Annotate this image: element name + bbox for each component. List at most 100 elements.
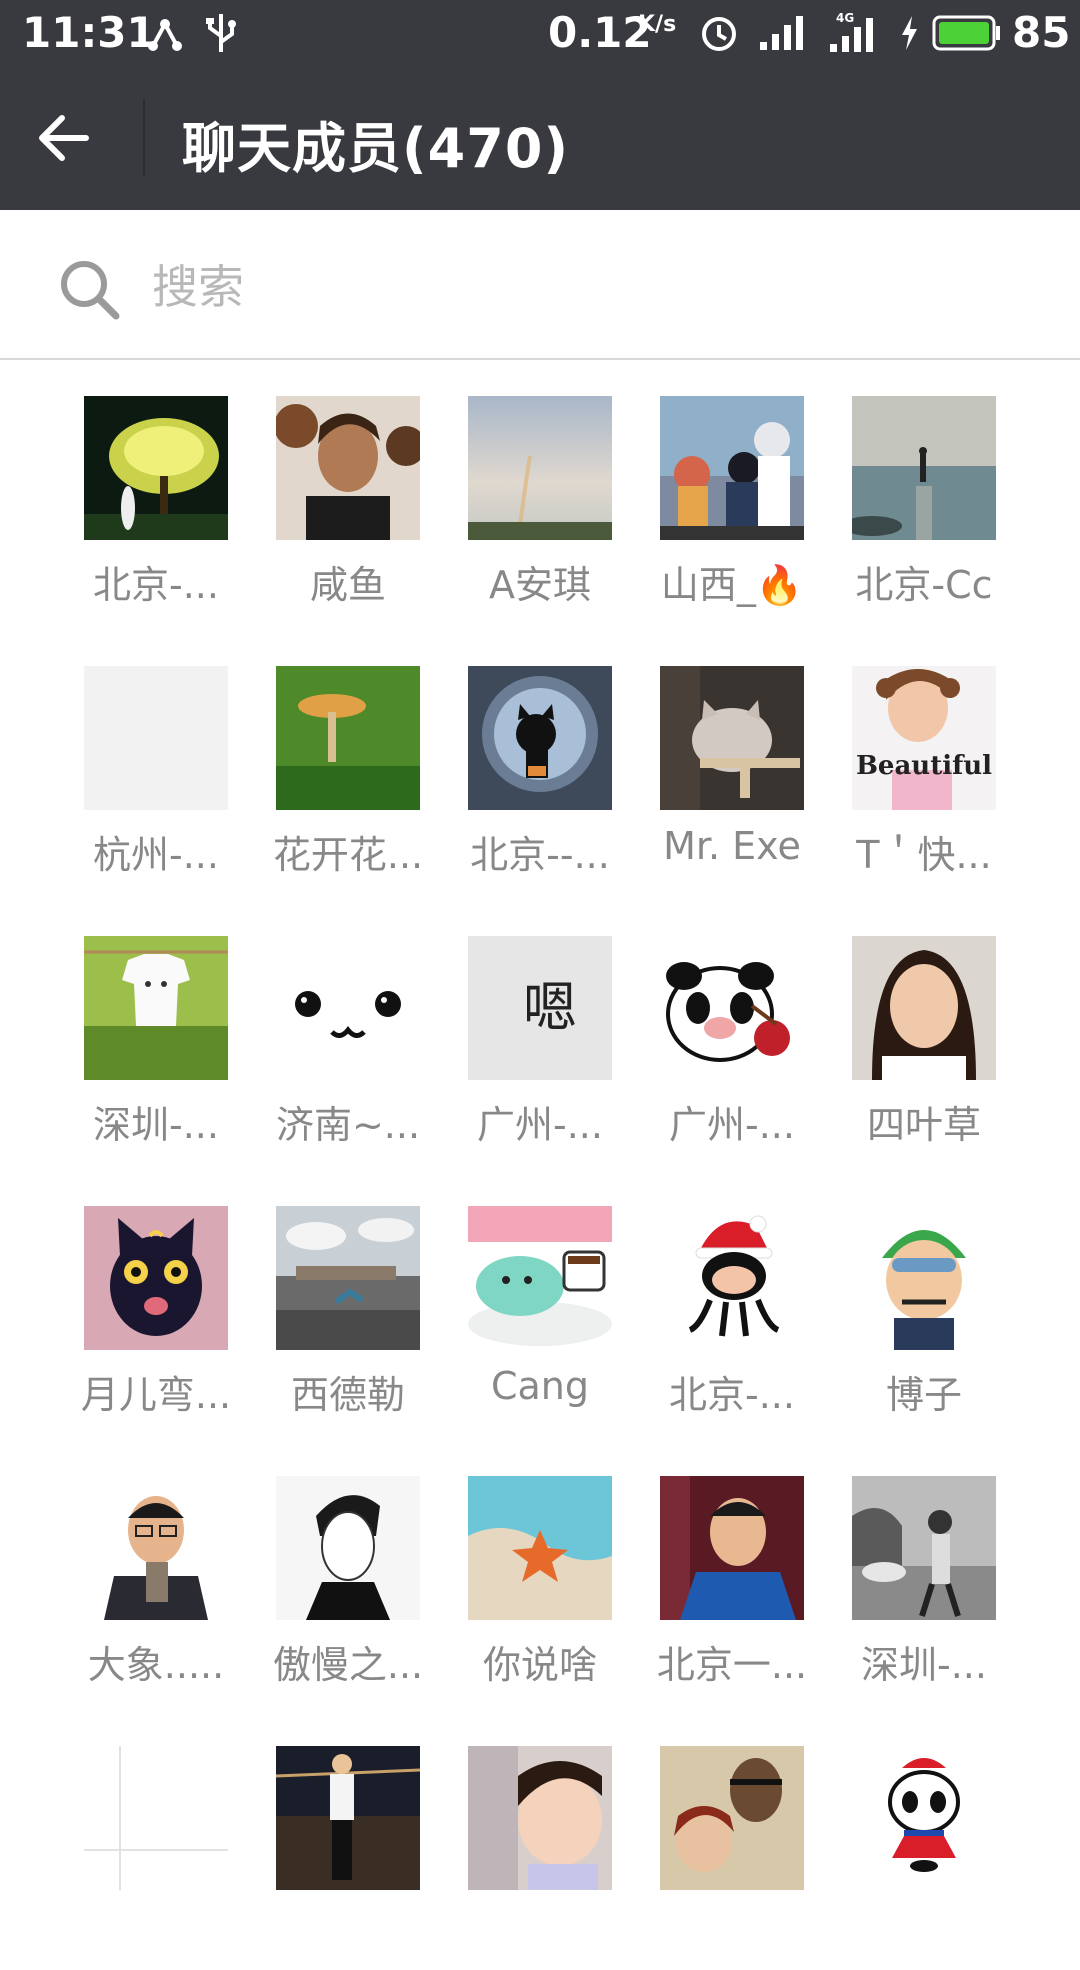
starfish-avatar <box>468 1476 612 1620</box>
member-name: 大象..... <box>87 1643 225 1687</box>
member-item[interactable]: 广州-... <box>636 900 816 1160</box>
night-tree-avatar <box>84 396 228 540</box>
cat-photo-avatar <box>660 666 804 810</box>
member-name: Mr. Exe <box>663 824 801 868</box>
member-item[interactable]: 你说啥 <box>444 1440 624 1700</box>
member-name: 杭州-... <box>93 833 219 877</box>
member-name: 北京-Cc <box>855 563 993 607</box>
member-name: 西德勒 <box>290 1373 405 1417</box>
bw-street-avatar <box>852 1476 996 1620</box>
member-item[interactable]: 深圳-... <box>828 1440 1008 1700</box>
couple-avatar <box>660 1746 804 1890</box>
member-item[interactable]: 北京-Cc <box>828 360 1008 620</box>
member-item[interactable]: 嗯 广州-... <box>444 900 624 1160</box>
rainbow-sky-avatar <box>468 396 612 540</box>
member-item[interactable]: 北京--... <box>444 630 624 890</box>
back-arrow-icon <box>39 115 89 161</box>
member-item[interactable]: 月儿弯... <box>60 1170 240 1430</box>
member-item[interactable]: 四叶草 <box>828 900 1008 1160</box>
member-item[interactable]: 山西_🔥 <box>636 360 816 620</box>
anime-scene-avatar <box>660 396 804 540</box>
young-man-avatar <box>660 1476 804 1620</box>
member-name: A安琪 <box>489 563 591 607</box>
anime-zoro-avatar <box>852 1206 996 1350</box>
girl-selfie-avatar <box>852 936 996 1080</box>
member-item[interactable]: A安琪 <box>444 360 624 620</box>
avatar-caption: 嗯 <box>523 976 577 1039</box>
cute-face-avatar <box>276 936 420 1080</box>
network-speed: 0.12 <box>548 8 652 57</box>
member-name: 傲慢之... <box>272 1643 424 1687</box>
battery-icon <box>932 14 1002 56</box>
member-item[interactable]: 大象..... <box>60 1440 240 1700</box>
member-name: 广州-... <box>669 1103 795 1147</box>
member-item[interactable]: 济南~... <box>252 900 432 1160</box>
member-name: Cang <box>490 1364 590 1408</box>
member-name: 北京-... <box>669 1373 795 1417</box>
panda-hero-avatar <box>852 1746 996 1890</box>
member-name: 深圳-... <box>93 1103 219 1147</box>
member-name: 北京一... <box>656 1643 808 1687</box>
alarm-icon <box>698 12 740 58</box>
title-divider <box>143 100 145 176</box>
member-name: 山西_🔥 <box>660 563 804 607</box>
palace-jump-avatar <box>276 1206 420 1350</box>
signal-4g-icon: 4G <box>828 10 880 58</box>
member-item[interactable] <box>828 1710 1008 1970</box>
back-button[interactable] <box>34 104 114 172</box>
mushroom-avatar <box>276 666 420 810</box>
member-name: 北京-... <box>93 563 219 607</box>
member-name: 深圳-... <box>861 1643 987 1687</box>
member-item[interactable]: Mr. Exe <box>636 630 816 890</box>
member-item[interactable]: 杭州-... <box>60 630 240 890</box>
tshirt-grass-avatar <box>84 936 228 1080</box>
member-name: 北京--... <box>470 833 610 877</box>
member-item[interactable]: 咸鱼 <box>252 360 432 620</box>
battery-level: 85 <box>1012 8 1071 57</box>
santa-octocat-avatar <box>660 1206 804 1350</box>
member-item[interactable] <box>636 1710 816 1970</box>
member-name: 花开花... <box>272 833 424 877</box>
member-item[interactable] <box>60 1710 240 1970</box>
black-cat-avatar <box>84 1206 228 1350</box>
member-item[interactable]: 北京-... <box>60 360 240 620</box>
glasses-man-avatar <box>84 1476 228 1620</box>
member-item[interactable]: 北京一... <box>636 1440 816 1700</box>
member-item[interactable]: Cang <box>444 1170 624 1430</box>
member-item[interactable]: 深圳-... <box>60 900 240 1160</box>
charging-icon <box>898 14 920 56</box>
panda-pig-avatar <box>660 936 804 1080</box>
sea-pier-avatar <box>852 396 996 540</box>
member-name: 咸鱼 <box>309 563 386 607</box>
search-icon <box>61 261 120 320</box>
member-item[interactable]: 博子 <box>828 1170 1008 1430</box>
search-input[interactable] <box>150 250 1014 324</box>
status-time: 11:31 <box>22 8 156 57</box>
sketch-man-avatar <box>276 1476 420 1620</box>
member-item[interactable]: Beautiful T＇快... <box>828 630 1008 890</box>
title-bar: 聊天成员(470) <box>0 66 1080 210</box>
usb-icon <box>204 12 238 58</box>
signal-icon <box>758 14 808 56</box>
member-item[interactable]: 花开花... <box>252 630 432 890</box>
page-title: 聊天成员(470) <box>182 117 570 180</box>
member-item[interactable]: 西德勒 <box>252 1170 432 1430</box>
member-item[interactable] <box>444 1710 624 1970</box>
avatar-caption: Beautiful <box>856 751 992 781</box>
member-item[interactable]: 北京-... <box>636 1170 816 1430</box>
member-name: 你说啥 <box>482 1643 597 1687</box>
member-name: 月儿弯... <box>80 1373 232 1417</box>
girl-beautiful-avatar: Beautiful <box>852 666 996 810</box>
network-speed-unit: K/s <box>638 12 677 37</box>
blank-avatar <box>84 666 228 810</box>
man-portrait-avatar <box>276 396 420 540</box>
member-name: T＇快... <box>856 833 992 877</box>
member-name: 博子 <box>885 1373 962 1417</box>
search-bar <box>0 210 1080 360</box>
cat-window-avatar <box>468 666 612 810</box>
svg-text:4G: 4G <box>836 11 854 25</box>
member-item[interactable]: 傲慢之... <box>252 1440 432 1700</box>
green-dino-avatar <box>468 1206 612 1350</box>
member-item[interactable] <box>252 1710 432 1970</box>
member-name: 广州-... <box>477 1103 603 1147</box>
